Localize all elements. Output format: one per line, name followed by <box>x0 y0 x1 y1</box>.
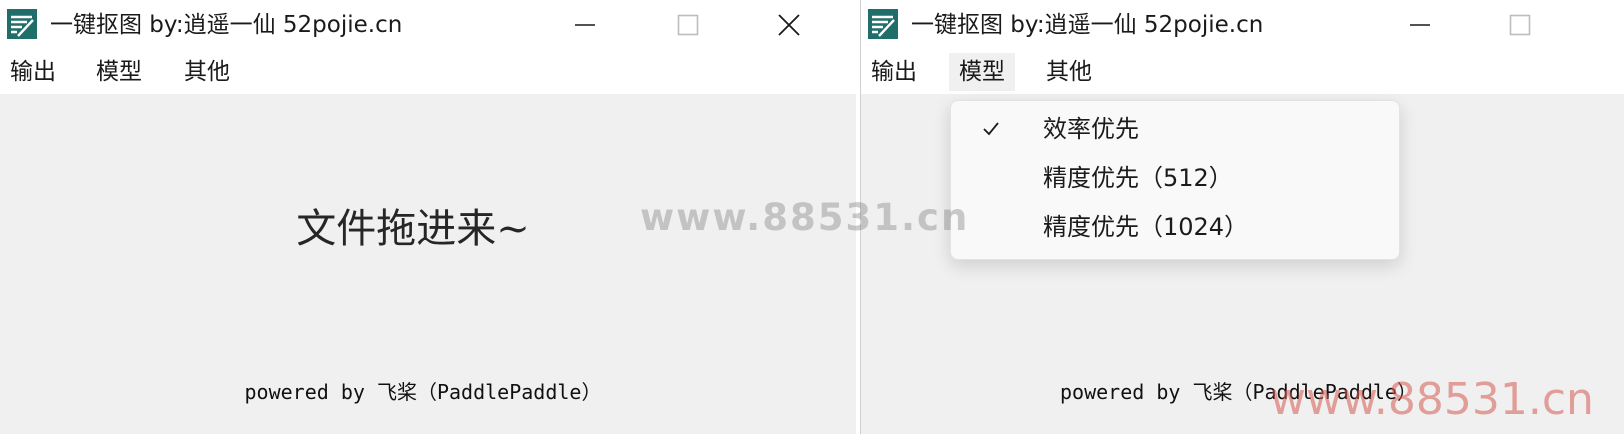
close-button[interactable] <box>752 0 826 50</box>
menu-bar: 输出 模型 其他 <box>0 50 856 94</box>
title-bar[interactable]: 一键抠图 by:逍遥一仙 52pojie.cn <box>861 0 1624 50</box>
drop-zone-hint[interactable]: 文件拖进来~ <box>0 204 856 254</box>
app-window-right: 一键抠图 by:逍遥一仙 52pojie.cn 输出 模型 其他 powered… <box>860 0 1624 434</box>
app-window-left: 一键抠图 by:逍遥一仙 52pojie.cn 输出 模型 其他 文件拖进来~ … <box>0 0 856 434</box>
menu-option-precision-1024[interactable]: 精度优先（1024） <box>957 205 1393 249</box>
powered-by-text: powered by 飞桨（PaddlePaddle） <box>244 380 602 404</box>
menu-option-label: 精度优先（512） <box>1043 164 1233 192</box>
menu-output[interactable]: 输出 <box>861 53 927 91</box>
menu-option-precision-512[interactable]: 精度优先（512） <box>957 156 1393 200</box>
minimize-button[interactable] <box>548 0 622 50</box>
window-title: 一键抠图 by:逍遥一仙 52pojie.cn <box>911 12 1264 38</box>
close-icon <box>778 14 800 36</box>
checkmark-icon <box>983 122 999 136</box>
menu-model[interactable]: 模型 <box>949 53 1015 91</box>
menu-output[interactable]: 输出 <box>0 53 66 91</box>
menu-bar: 输出 模型 其他 <box>861 50 1624 94</box>
menu-option-efficiency[interactable]: 效率优先 <box>957 107 1393 151</box>
minimize-button[interactable] <box>1383 0 1457 50</box>
menu-other[interactable]: 其他 <box>1036 53 1102 91</box>
app-logo-icon <box>868 9 898 39</box>
powered-by-text: powered by 飞桨（PaddlePaddle） <box>1060 380 1417 404</box>
menu-other[interactable]: 其他 <box>174 53 240 91</box>
maximize-button[interactable] <box>651 0 725 50</box>
menu-option-label: 效率优先 <box>1043 115 1139 143</box>
title-bar[interactable]: 一键抠图 by:逍遥一仙 52pojie.cn <box>0 0 856 50</box>
minimize-icon <box>1410 24 1430 26</box>
maximize-icon <box>1509 14 1531 36</box>
window-title: 一键抠图 by:逍遥一仙 52pojie.cn <box>50 12 403 38</box>
menu-model[interactable]: 模型 <box>86 53 152 91</box>
app-logo-icon <box>7 9 37 39</box>
maximize-button[interactable] <box>1483 0 1557 50</box>
maximize-icon <box>677 14 699 36</box>
model-dropdown-menu: 效率优先 精度优先（512） 精度优先（1024） <box>950 100 1400 260</box>
menu-option-label: 精度优先（1024） <box>1043 213 1249 241</box>
minimize-icon <box>575 24 595 26</box>
